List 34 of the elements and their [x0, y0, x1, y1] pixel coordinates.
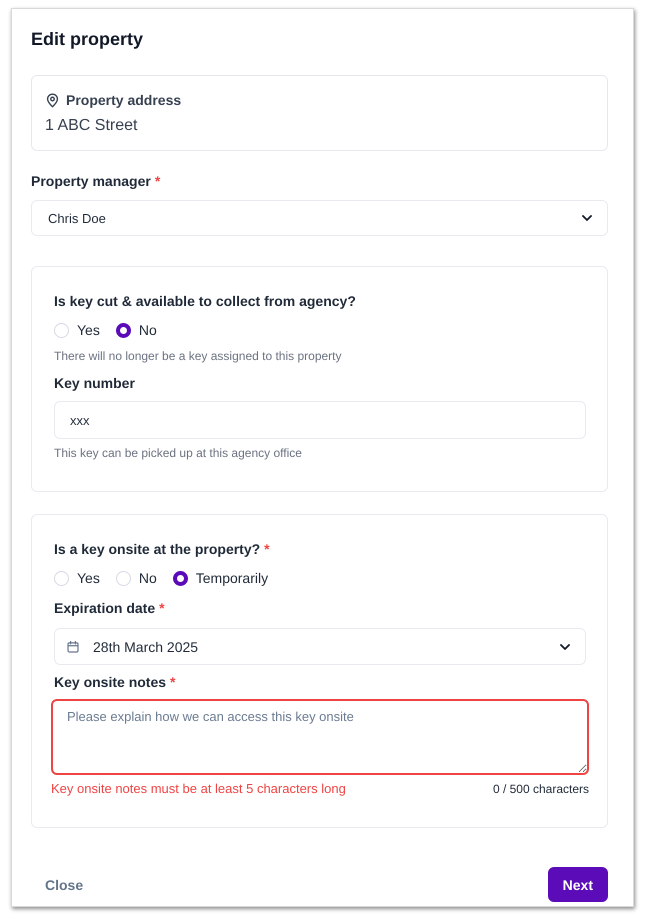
key-number-input[interactable]: xxx	[54, 401, 586, 439]
radio-option[interactable]: No	[116, 321, 157, 339]
radio-option[interactable]: Temporarily	[172, 569, 268, 587]
required-asterisk: *	[159, 599, 165, 618]
required-asterisk: *	[264, 540, 270, 559]
chevron-down-icon	[582, 215, 592, 221]
close-button[interactable]: Close	[31, 868, 98, 900]
field-label: Key number	[54, 374, 135, 393]
helper-text: There will no longer be a key assigned to this property	[54, 348, 342, 365]
radio-option[interactable]: No	[116, 569, 157, 587]
next-button[interactable]: Next	[548, 867, 608, 902]
radio-button[interactable]	[116, 322, 131, 338]
dialog-title: Edit property	[31, 28, 144, 51]
required-asterisk: *	[154, 172, 160, 191]
field-label: Key onsite notes	[54, 673, 166, 692]
character-counter: 0 / 500 characters	[492, 781, 589, 798]
radio-option[interactable]: Yes	[54, 321, 100, 339]
radio-option[interactable]: Yes	[54, 569, 100, 587]
error-message: Key onsite notes must be at least 5 characters long	[51, 780, 346, 798]
address-label: Property address	[66, 91, 182, 110]
helper-text: This key can be picked up at this agency office	[54, 445, 302, 462]
manager-select[interactable]: Chris Doe	[31, 200, 608, 236]
calendar-icon	[67, 640, 79, 652]
field-label: Is a key onsite at the property?	[54, 540, 260, 559]
field-label: Property manager	[31, 172, 151, 191]
date-picker[interactable]: 28th March 2025	[54, 628, 586, 665]
chevron-down-icon	[560, 644, 570, 650]
location-pin-icon	[46, 92, 59, 108]
address-value: 1 ABC Street	[45, 116, 138, 136]
required-asterisk: *	[170, 673, 176, 692]
radio-button[interactable]	[172, 570, 188, 586]
field-label: Is key cut & available to collect from agency?	[54, 292, 356, 311]
field-label: Expiration date	[54, 599, 156, 618]
notes-textarea[interactable]: Please explain how we can access this key onsite	[51, 699, 589, 775]
